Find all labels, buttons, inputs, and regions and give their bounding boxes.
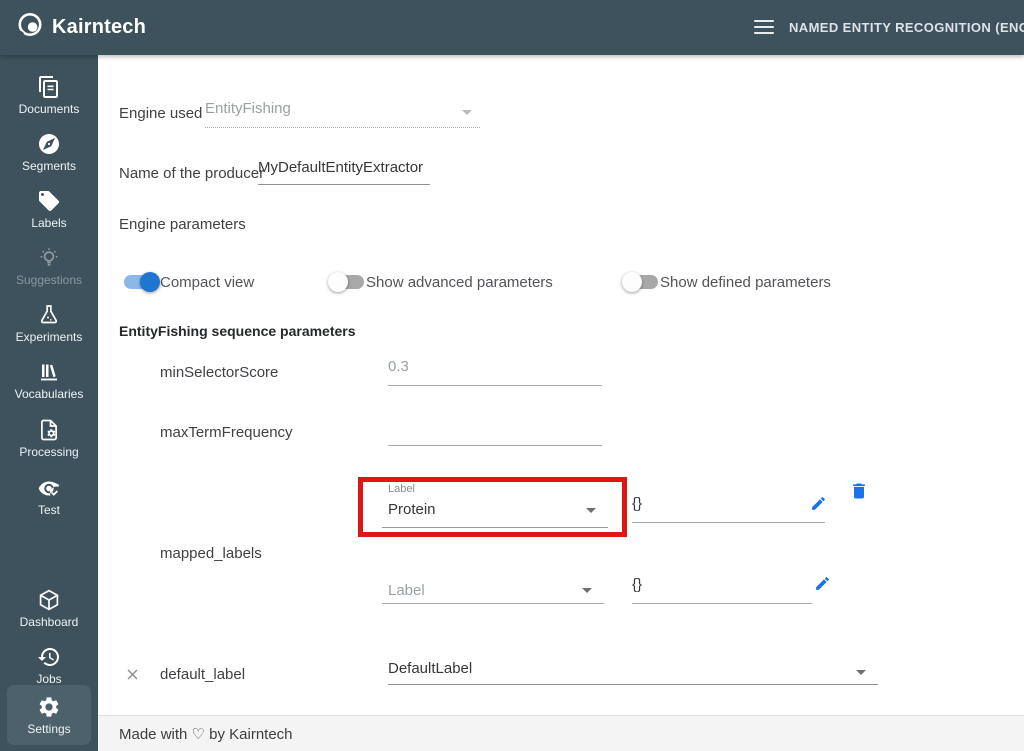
file-gear-icon — [37, 418, 61, 442]
min-selector-score-placeholder: 0.3 — [388, 358, 409, 375]
max-term-frequency-label: maxTermFrequency — [160, 424, 293, 441]
sidebar-item-label: Vocabularies — [14, 386, 84, 401]
eye-check-icon — [37, 476, 61, 500]
sidebar-item-suggestions: Suggestions — [0, 239, 98, 293]
sidebar-item-label: Labels — [31, 215, 67, 230]
sidebar-item-jobs[interactable]: Jobs — [0, 638, 98, 692]
mapped-json-value-2: {} — [632, 576, 643, 593]
flask-icon — [37, 303, 61, 327]
edit-pencil-icon[interactable] — [814, 575, 831, 597]
app-window: Kairntech NAMED ENTITY RECOGNITION (ENGL… — [0, 0, 1024, 751]
sidebar-item-label: Jobs — [36, 671, 62, 686]
close-x-icon[interactable] — [124, 666, 141, 688]
sidebar-item-label: Suggestions — [15, 272, 83, 287]
footer: Made with ♡ by Kairntech — [98, 715, 1024, 751]
max-term-frequency-input[interactable] — [388, 418, 602, 446]
chevron-down-icon — [856, 670, 866, 675]
show-advanced-parameters-label: Show advanced parameters — [366, 274, 553, 291]
show-defined-parameters-toggle[interactable] — [622, 272, 658, 292]
sidebar-item-segments[interactable]: Segments — [0, 125, 98, 179]
kairntech-logo-icon — [16, 11, 44, 44]
sidebar-item-experiments[interactable]: Experiments — [0, 296, 98, 350]
producer-input[interactable]: MyDefaultEntityExtractor — [258, 159, 430, 185]
producer-value: MyDefaultEntityExtractor — [258, 159, 424, 176]
lightbulb-icon — [37, 246, 61, 270]
edit-pencil-icon[interactable] — [810, 495, 827, 517]
producer-label: Name of the producer — [119, 165, 265, 182]
sidebar-item-label: Test — [37, 502, 60, 517]
top-bar: Kairntech NAMED ENTITY RECOGNITION (ENGL… — [0, 0, 1024, 55]
chevron-down-icon — [582, 588, 592, 593]
min-selector-score-input[interactable]: 0.3 — [388, 358, 602, 386]
brand[interactable]: Kairntech — [16, 11, 146, 44]
mapped-label-select-1[interactable]: Label Protein — [382, 481, 608, 528]
chevron-down-icon — [462, 110, 472, 115]
books-icon — [37, 360, 61, 384]
chevron-down-icon — [586, 508, 596, 513]
mapped-json-input-2[interactable]: {} — [632, 576, 812, 604]
sidebar-item-documents[interactable]: Documents — [0, 68, 98, 122]
section-title: EntityFishing sequence parameters — [119, 323, 356, 339]
mapped-label-select-1-value: Protein — [388, 501, 436, 518]
sidebar-item-labels[interactable]: Labels — [0, 182, 98, 236]
main-content: Engine used EntityFishing Name of the pr… — [98, 55, 1024, 751]
menu-hamburger-icon[interactable] — [754, 20, 774, 34]
show-advanced-parameters-toggle[interactable] — [328, 272, 364, 292]
footer-text: Made with ♡ by Kairntech — [119, 725, 293, 743]
mapped-json-value-1: {} — [632, 495, 643, 512]
history-icon — [37, 645, 61, 669]
compact-view-toggle[interactable] — [124, 272, 160, 292]
delete-trash-icon[interactable] — [849, 481, 869, 506]
default-label-label: default_label — [160, 666, 246, 683]
engine-used-value: EntityFishing — [205, 100, 291, 117]
sidebar-item-settings[interactable]: Settings — [7, 685, 91, 745]
sidebar-item-dashboard[interactable]: Dashboard — [0, 581, 98, 635]
compact-view-label: Compact view — [160, 274, 255, 291]
sidebar-item-label: Dashboard — [19, 614, 79, 629]
sidebar-item-processing[interactable]: Processing — [0, 411, 98, 465]
sidebar-item-test[interactable]: Test — [0, 469, 98, 523]
sidebar-item-label: Settings — [27, 721, 71, 736]
mapped-labels-label: mapped_labels — [160, 545, 262, 562]
brand-name: Kairntech — [52, 16, 147, 38]
cube-icon — [37, 588, 61, 612]
project-title: NAMED ENTITY RECOGNITION (ENGLIS — [789, 20, 1024, 35]
min-selector-score-label: minSelectorScore — [160, 364, 279, 381]
sidebar-item-label: Experiments — [15, 329, 83, 344]
mapped-label-select-1-floating-label: Label — [388, 483, 415, 495]
gear-icon — [37, 695, 61, 719]
mapped-label-select-2[interactable]: Label — [382, 568, 604, 604]
engine-used-label: Engine used — [119, 105, 203, 122]
engine-used-select[interactable]: EntityFishing — [205, 100, 480, 128]
documents-icon — [37, 75, 61, 99]
default-label-select[interactable]: DefaultLabel — [388, 660, 878, 685]
sidebar: Documents Segments Labels Suggestions Ex… — [0, 55, 98, 751]
mapped-json-input-1[interactable]: {} — [632, 495, 825, 523]
default-label-value: DefaultLabel — [388, 660, 473, 677]
sidebar-item-label: Documents — [18, 101, 80, 116]
sidebar-item-label: Segments — [21, 158, 77, 173]
compass-icon — [37, 132, 61, 156]
show-defined-parameters-label: Show defined parameters — [660, 274, 831, 291]
engine-parameters-label: Engine parameters — [119, 216, 246, 233]
tag-icon — [37, 189, 61, 213]
mapped-label-select-2-placeholder: Label — [388, 582, 425, 599]
sidebar-item-vocabularies[interactable]: Vocabularies — [0, 353, 98, 407]
sidebar-item-label: Processing — [19, 444, 79, 459]
